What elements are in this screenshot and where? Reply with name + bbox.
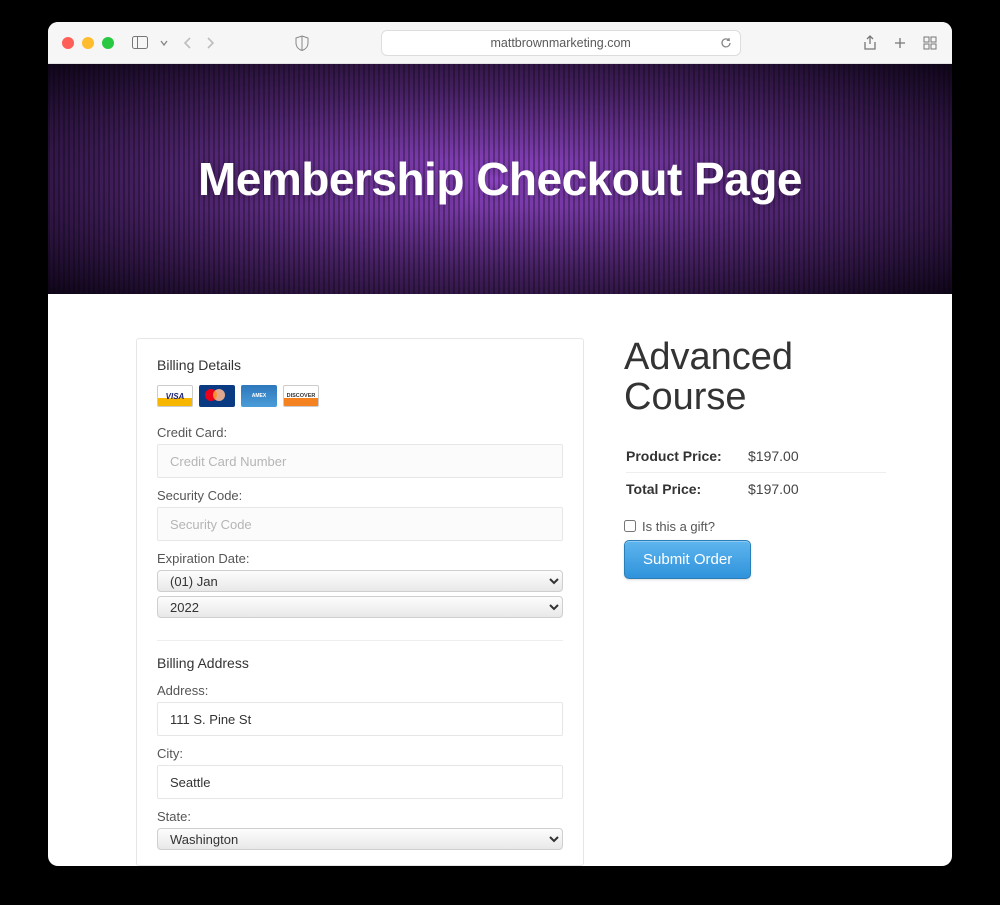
state-label: State: (157, 809, 563, 824)
address-bar[interactable]: mattbrownmarketing.com (381, 30, 741, 56)
address-input[interactable] (157, 702, 563, 736)
page-title: Membership Checkout Page (198, 152, 802, 206)
price-row-total: Total Price: $197.00 (626, 475, 886, 503)
accepted-cards: VISA AMEX DISCOVER (157, 385, 563, 407)
sidebar-dropdown-icon[interactable] (156, 35, 172, 51)
address-label: Address: (157, 683, 563, 698)
city-input[interactable] (157, 765, 563, 799)
new-tab-icon[interactable] (892, 35, 908, 51)
window-controls (62, 37, 114, 49)
panel-divider (157, 640, 563, 641)
security-code-input[interactable] (157, 507, 563, 541)
forward-button[interactable] (202, 35, 218, 51)
discover-icon: DISCOVER (283, 385, 319, 407)
mastercard-icon (199, 385, 235, 407)
gift-checkbox[interactable] (624, 520, 636, 532)
amex-icon: AMEX (241, 385, 277, 407)
product-price-value: $197.00 (748, 442, 886, 470)
browser-titlebar: mattbrownmarketing.com (48, 22, 952, 64)
gift-option[interactable]: Is this a gift? (624, 519, 888, 534)
state-select[interactable]: Washington (157, 828, 563, 850)
visa-icon: VISA (157, 385, 193, 407)
maximize-window-button[interactable] (102, 37, 114, 49)
security-code-label: Security Code: (157, 488, 563, 503)
price-table: Product Price: $197.00 Total Price: $197… (624, 440, 888, 505)
credit-card-input[interactable] (157, 444, 563, 478)
tabs-overview-icon[interactable] (922, 35, 938, 51)
sidebar-toggle-icon[interactable] (132, 35, 148, 51)
total-price-label: Total Price: (626, 475, 746, 503)
expiration-label: Expiration Date: (157, 551, 563, 566)
checkout-content: Billing Details VISA AMEX DISCOVER Credi… (48, 294, 952, 866)
browser-window: mattbrownmarketing.com Membership Checko… (48, 22, 952, 866)
submit-order-button[interactable]: Submit Order (624, 540, 751, 579)
product-price-label: Product Price: (626, 442, 746, 470)
gift-label: Is this a gift? (642, 519, 715, 534)
order-summary: Advanced Course Product Price: $197.00 T… (624, 338, 888, 866)
reload-icon[interactable] (720, 37, 732, 49)
exp-month-select[interactable]: (01) Jan (157, 570, 563, 592)
billing-panel: Billing Details VISA AMEX DISCOVER Credi… (136, 338, 584, 866)
hero-banner: Membership Checkout Page (48, 64, 952, 294)
url-text: mattbrownmarketing.com (490, 36, 630, 50)
exp-year-select[interactable]: 2022 (157, 596, 563, 618)
privacy-shield-icon[interactable] (294, 35, 310, 51)
minimize-window-button[interactable] (82, 37, 94, 49)
billing-address-title: Billing Address (157, 655, 563, 671)
share-icon[interactable] (862, 35, 878, 51)
back-button[interactable] (180, 35, 196, 51)
close-window-button[interactable] (62, 37, 74, 49)
product-name: Advanced Course (624, 338, 888, 418)
city-label: City: (157, 746, 563, 761)
total-price-value: $197.00 (748, 475, 886, 503)
credit-card-label: Credit Card: (157, 425, 563, 440)
price-row-product: Product Price: $197.00 (626, 442, 886, 470)
zip-label: Zip: (157, 864, 563, 866)
billing-section-title: Billing Details (157, 357, 563, 373)
